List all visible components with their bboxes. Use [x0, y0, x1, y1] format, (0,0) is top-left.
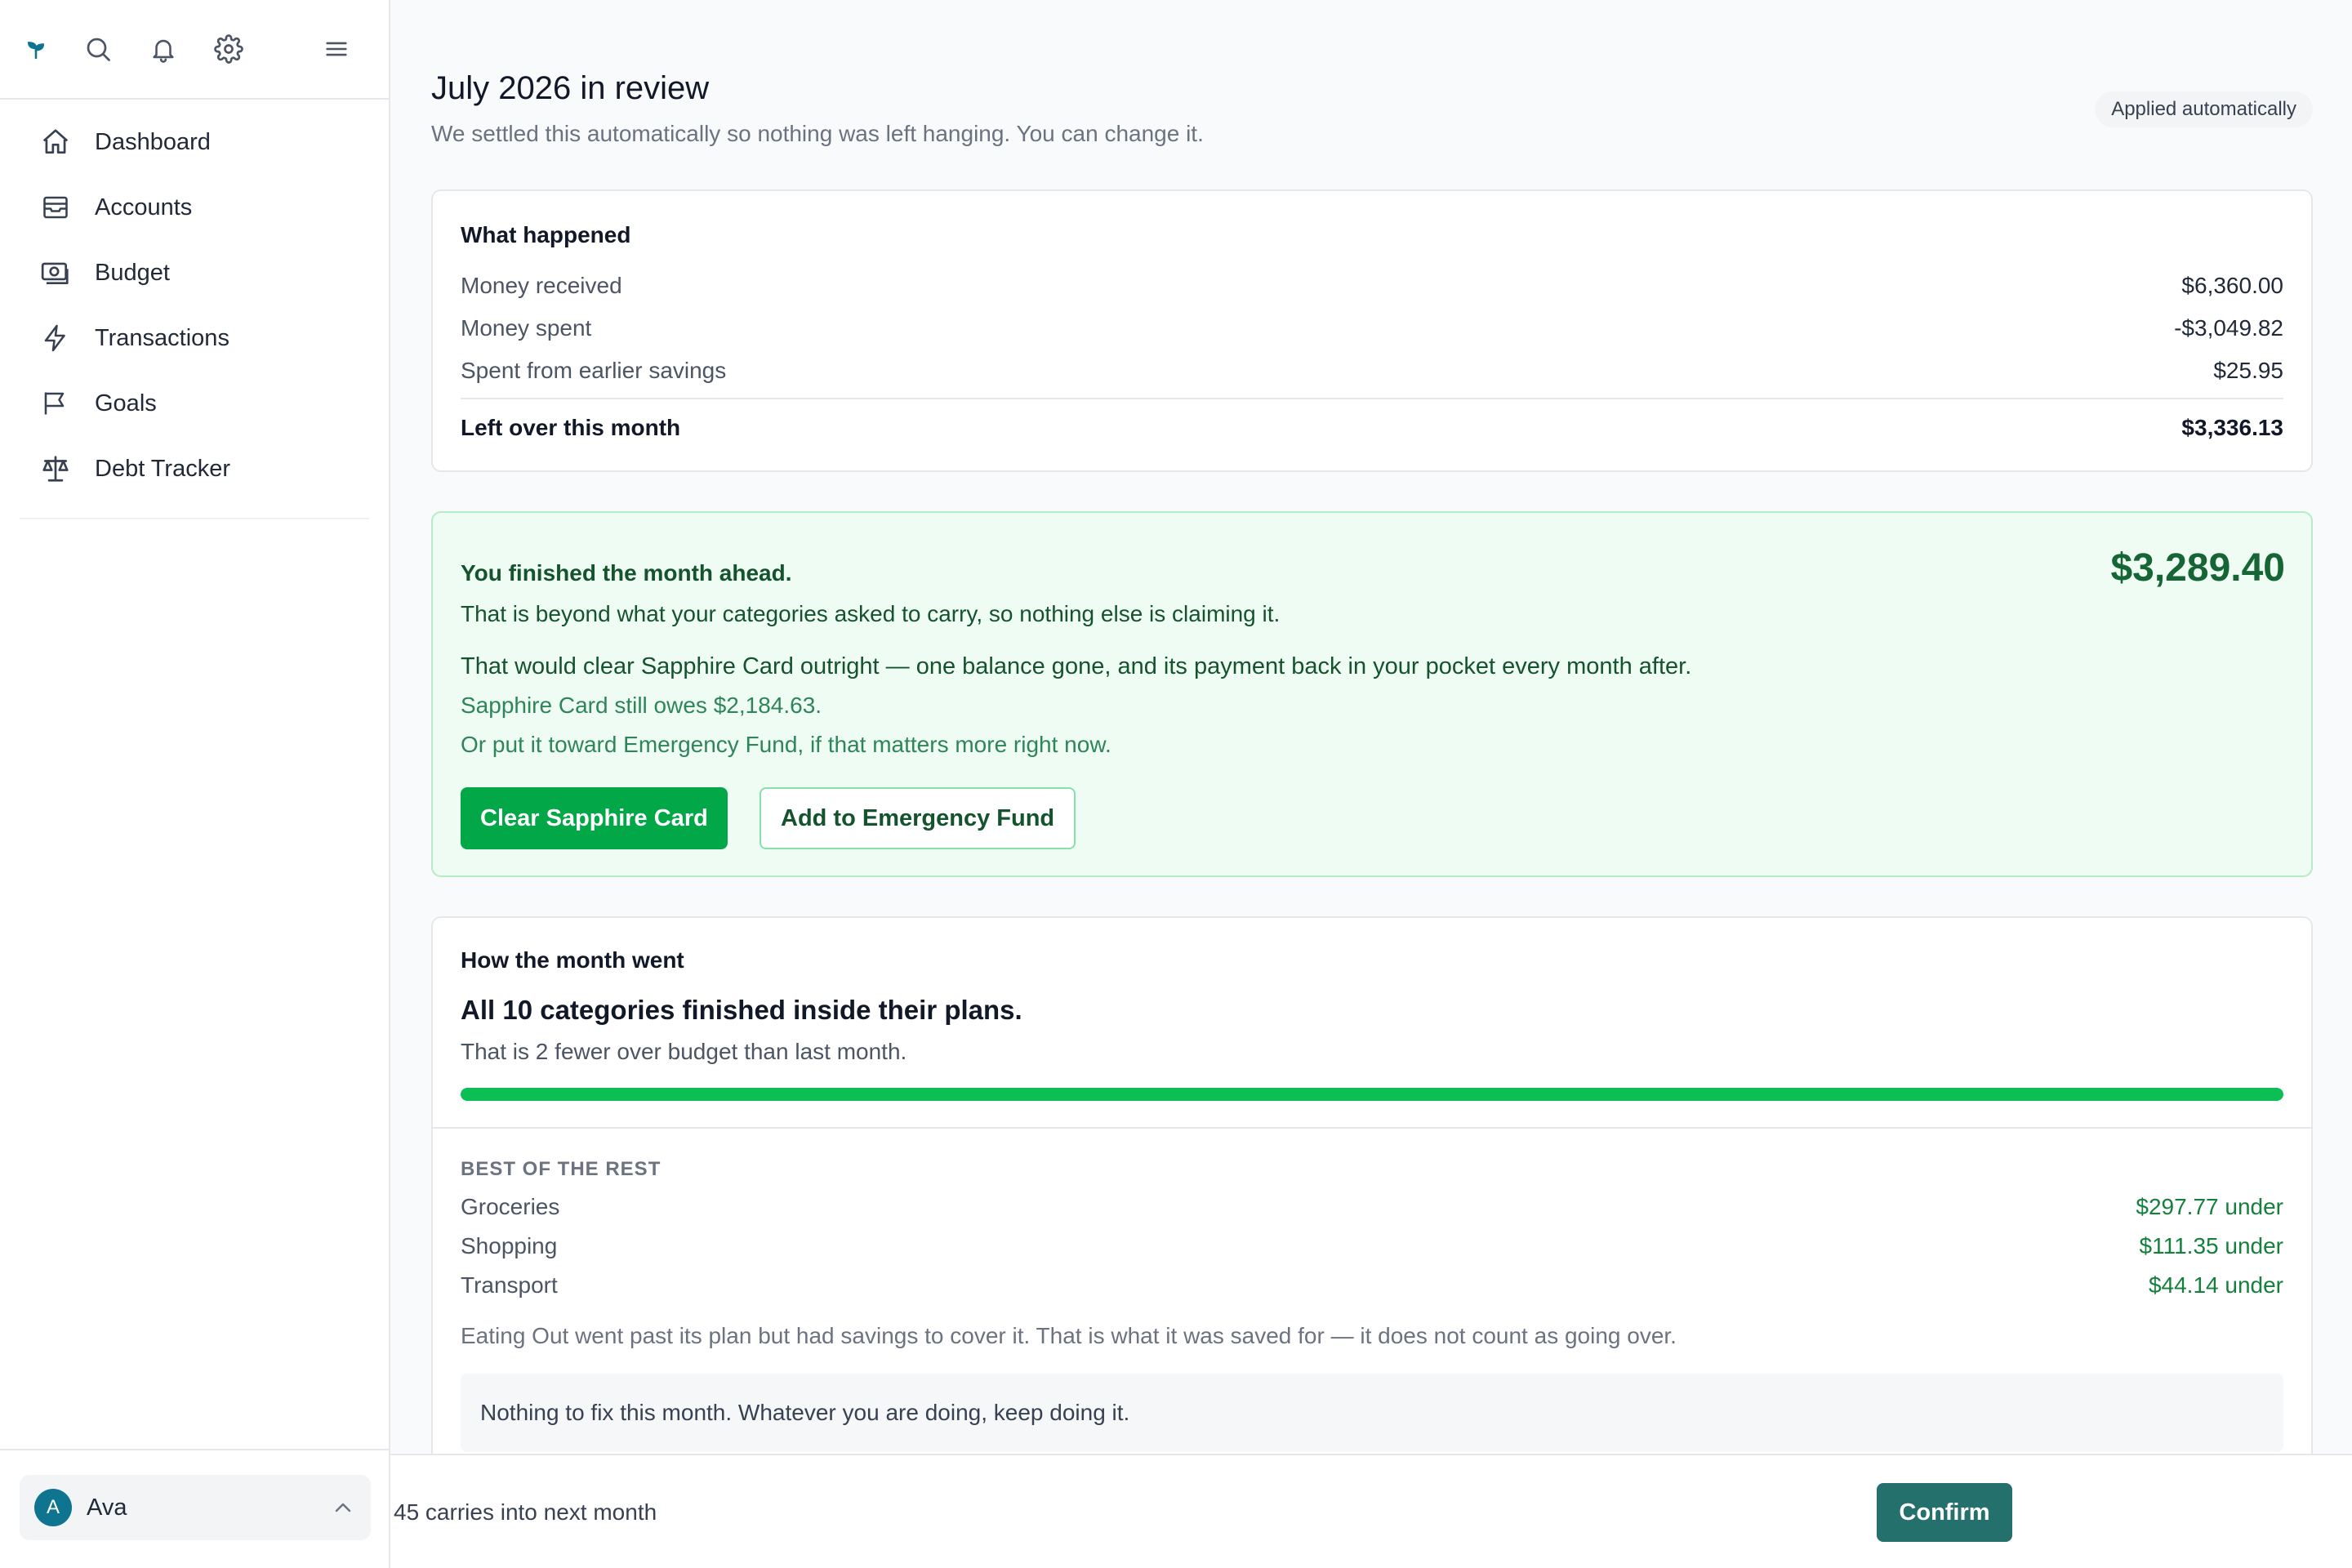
- bell-icon[interactable]: [147, 33, 180, 65]
- progress-fill: [461, 1088, 2283, 1101]
- category-row: Groceries $297.77 under: [461, 1194, 2283, 1220]
- row-label: Spent from earlier savings: [461, 358, 727, 383]
- info-text: Nothing to fix this month. Whatever you …: [480, 1400, 1130, 1425]
- status-badge: Applied automatically: [2095, 91, 2313, 127]
- flag-icon: [39, 387, 72, 420]
- card-title: How the month went: [461, 947, 684, 973]
- add-to-emergency-fund-button[interactable]: Add to Emergency Fund: [760, 787, 1076, 849]
- category-value: $44.14 under: [2148, 1272, 2283, 1298]
- sidebar-item-label: Transactions: [95, 324, 229, 351]
- sidebar-item-transactions[interactable]: Transactions: [20, 305, 369, 371]
- category-value: $111.35 under: [2139, 1233, 2283, 1258]
- section-label: BEST OF THE REST: [461, 1158, 662, 1180]
- category-label: Groceries: [461, 1194, 560, 1219]
- sidebar-divider: [0, 1449, 390, 1450]
- sidebar-toolbar: [0, 0, 389, 100]
- month-subline: That is 2 fewer over budget than last mo…: [461, 1039, 907, 1064]
- main-content: July 2026 in review We settled this auto…: [390, 0, 2352, 1568]
- surplus-card: You finished the month ahead. $3,289.40 …: [431, 511, 2313, 877]
- total-value: $3,336.13: [2181, 415, 2283, 440]
- total-label: Left over this month: [461, 415, 681, 440]
- row-label: Money received: [461, 273, 622, 298]
- lightning-icon: [39, 322, 72, 354]
- sidebar-item-debt-tracker[interactable]: Debt Tracker: [20, 436, 369, 501]
- sidebar-item-accounts[interactable]: Accounts: [20, 175, 369, 240]
- divider: [433, 1127, 2311, 1129]
- total-row: Left over this month $3,336.13: [461, 415, 2283, 441]
- info-box: Nothing to fix this month. Whatever you …: [461, 1374, 2283, 1452]
- gear-icon[interactable]: [212, 33, 245, 65]
- category-label: Transport: [461, 1272, 558, 1298]
- category-row: Shopping $111.35 under: [461, 1233, 2283, 1259]
- scale-icon: [39, 452, 72, 485]
- row-label: Money spent: [461, 315, 592, 341]
- page-subtitle: We settled this automatically so nothing…: [431, 121, 1204, 146]
- debt-balance-text: Sapphire Card still owes $2,184.63.: [461, 693, 822, 718]
- hamburger-menu-icon[interactable]: [320, 33, 353, 65]
- category-label: Shopping: [461, 1233, 558, 1258]
- home-icon: [39, 126, 72, 158]
- carry-over-text: 45 carries into next month: [394, 1499, 657, 1525]
- divider: [461, 398, 2283, 399]
- card-title: What happened: [461, 222, 631, 247]
- categories-progress-bar: [461, 1088, 2283, 1101]
- sidebar-nav: Dashboard Accounts Budget Transactions G…: [20, 100, 369, 519]
- sprout-logo-icon[interactable]: [24, 33, 47, 65]
- month-headline: All 10 categories finished inside their …: [461, 995, 1022, 1025]
- summary-row: Money received $6,360.00: [461, 273, 2283, 299]
- sidebar-item-label: Debt Tracker: [95, 455, 230, 482]
- user-menu[interactable]: A Ava: [20, 1475, 371, 1540]
- archive-box-icon: [39, 191, 72, 224]
- surplus-headline: You finished the month ahead.: [461, 560, 792, 586]
- row-value: $25.95: [2213, 358, 2283, 383]
- sidebar-item-dashboard[interactable]: Dashboard: [20, 109, 369, 175]
- summary-row: Spent from earlier savings $25.95: [461, 358, 2283, 384]
- sidebar-item-label: Goals: [95, 390, 157, 416]
- sidebar-item-label: Budget: [95, 259, 170, 286]
- search-icon[interactable]: [82, 33, 114, 65]
- sidebar-item-budget[interactable]: Budget: [20, 240, 369, 305]
- overspend-note: Eating Out went past its plan but had sa…: [461, 1323, 1677, 1348]
- row-value: -$3,049.82: [2174, 315, 2283, 341]
- confirm-button[interactable]: Confirm: [1877, 1483, 2012, 1542]
- sidebar-item-goals[interactable]: Goals: [20, 371, 369, 436]
- chevron-up-icon[interactable]: [330, 1494, 356, 1521]
- category-row: Transport $44.14 under: [461, 1272, 2283, 1298]
- action-footer: 45 carries into next month Confirm: [390, 1454, 2352, 1568]
- sidebar: Dashboard Accounts Budget Transactions G…: [0, 0, 390, 1568]
- user-name: Ava: [87, 1494, 127, 1521]
- what-happened-card: What happened Money received $6,360.00 M…: [431, 189, 2313, 472]
- sidebar-item-label: Dashboard: [95, 128, 211, 155]
- page-title: July 2026 in review: [431, 70, 710, 106]
- category-value: $297.77 under: [2136, 1194, 2283, 1219]
- surplus-suggestion: That would clear Sapphire Card outright …: [461, 653, 1692, 679]
- avatar: A: [34, 1489, 72, 1526]
- banknote-icon: [39, 256, 72, 289]
- row-value: $6,360.00: [2181, 273, 2283, 298]
- sidebar-item-label: Accounts: [95, 194, 193, 220]
- surplus-amount: $3,289.40: [2110, 546, 2285, 590]
- surplus-description: That is beyond what your categories aske…: [461, 601, 1281, 626]
- clear-sapphire-card-button[interactable]: Clear Sapphire Card: [461, 787, 728, 849]
- alternative-text: Or put it toward Emergency Fund, if that…: [461, 732, 1111, 757]
- summary-row: Money spent -$3,049.82: [461, 315, 2283, 341]
